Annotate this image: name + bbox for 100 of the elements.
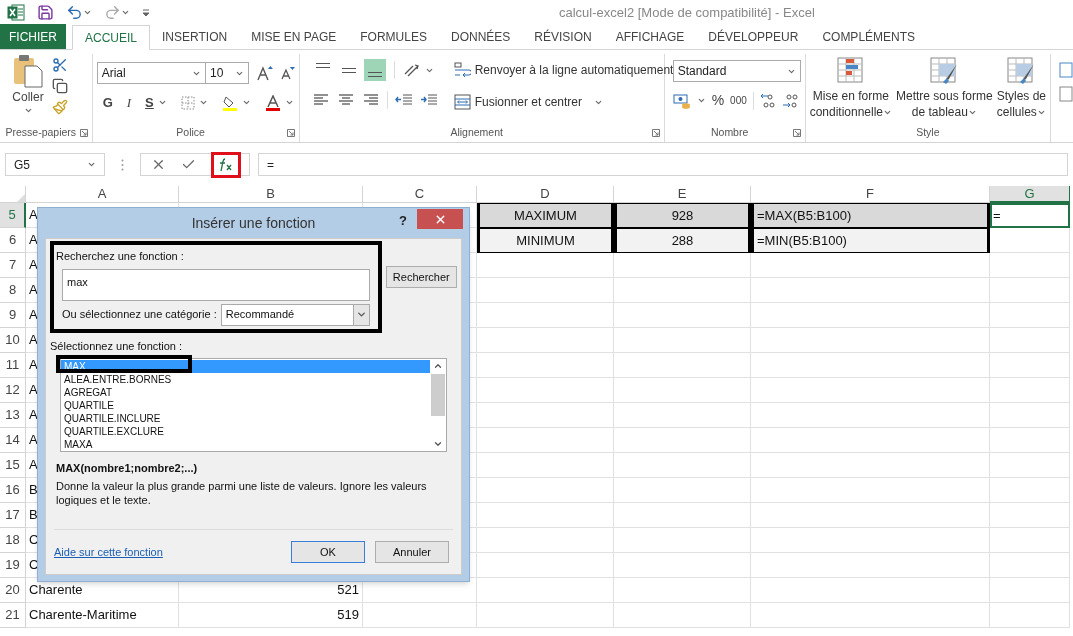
currency-icon[interactable]: [672, 92, 691, 109]
column-header[interactable]: C: [363, 186, 477, 203]
table-cell[interactable]: [477, 428, 614, 453]
number-format-field[interactable]: Standard: [672, 60, 801, 82]
function-list-item[interactable]: QUARTILE: [61, 399, 430, 412]
wrap-text-button[interactable]: Renvoyer à la ligne automatiquement: [453, 59, 674, 81]
table-cell[interactable]: [477, 453, 614, 478]
underline-button[interactable]: S: [145, 93, 154, 113]
table-cell[interactable]: [477, 353, 614, 378]
style-gallery-button[interactable]: Mise en forme conditionnelle: [809, 56, 893, 120]
row-header[interactable]: 5: [0, 203, 26, 228]
table-cell[interactable]: [614, 553, 751, 578]
insert-function-button[interactable]: [218, 157, 234, 172]
table-cell[interactable]: MAXIMUM: [477, 203, 614, 228]
bold-button[interactable]: G: [102, 93, 113, 113]
dialog-launcher-icon[interactable]: [651, 129, 660, 137]
table-cell[interactable]: [477, 253, 614, 278]
ok-button[interactable]: OK: [291, 541, 365, 563]
table-cell[interactable]: [614, 378, 751, 403]
table-cell[interactable]: =MIN(B5:B100): [751, 228, 990, 253]
table-cell[interactable]: [614, 328, 751, 353]
table-cell[interactable]: Charente-Maritime: [26, 603, 179, 628]
table-cell[interactable]: [990, 578, 1070, 603]
column-header[interactable]: A: [26, 186, 179, 203]
shrink-font-icon[interactable]: [280, 66, 295, 80]
ribbon-tab[interactable]: ACCUEIL: [72, 25, 150, 50]
table-cell[interactable]: [990, 428, 1070, 453]
ribbon-tab[interactable]: DONNÉES: [438, 24, 523, 49]
table-cell[interactable]: [751, 353, 990, 378]
row-header[interactable]: 15: [0, 453, 26, 478]
decrease-decimal-icon[interactable]: [781, 92, 798, 109]
table-cell[interactable]: [751, 528, 990, 553]
ribbon-tab[interactable]: RÉVISION: [522, 24, 604, 49]
insert-cells-icon[interactable]: [1059, 62, 1073, 78]
table-cell[interactable]: [751, 303, 990, 328]
table-cell[interactable]: [751, 278, 990, 303]
row-header[interactable]: 6: [0, 228, 26, 253]
column-header[interactable]: B: [179, 186, 363, 203]
table-cell[interactable]: [751, 503, 990, 528]
merge-center-button[interactable]: Fusionner et centrer: [453, 91, 583, 113]
table-cell[interactable]: [751, 553, 990, 578]
select-all-corner[interactable]: [0, 186, 26, 203]
table-cell[interactable]: [477, 303, 614, 328]
help-link[interactable]: Aide sur cette fonction: [54, 543, 163, 561]
format-painter-icon[interactable]: [52, 99, 68, 115]
row-header[interactable]: 17: [0, 503, 26, 528]
table-cell[interactable]: [477, 528, 614, 553]
row-header[interactable]: 18: [0, 528, 26, 553]
row-header[interactable]: 14: [0, 428, 26, 453]
grow-font-icon[interactable]: [256, 65, 273, 81]
table-cell[interactable]: =: [990, 203, 1070, 228]
ribbon-tab[interactable]: MISE EN PAGE: [239, 24, 349, 49]
row-header[interactable]: 21: [0, 603, 26, 628]
row-header[interactable]: 20: [0, 578, 26, 603]
spreadsheet-app-icon[interactable]: [7, 4, 25, 21]
cancel-button[interactable]: Annuler: [375, 541, 449, 563]
table-cell[interactable]: [990, 278, 1070, 303]
customize-toolbar-icon[interactable]: [142, 8, 150, 17]
table-cell[interactable]: [477, 603, 614, 628]
delete-cells-icon[interactable]: [1059, 86, 1073, 102]
font-size-field[interactable]: 10: [206, 62, 249, 84]
ribbon-tab[interactable]: INSERTION: [150, 24, 240, 49]
table-cell[interactable]: [990, 303, 1070, 328]
fill-color-icon[interactable]: [221, 94, 238, 111]
table-cell[interactable]: [751, 478, 990, 503]
row-header[interactable]: 12: [0, 378, 26, 403]
table-cell[interactable]: [990, 553, 1070, 578]
row-header[interactable]: 19: [0, 553, 26, 578]
ribbon-tab[interactable]: FORMULES: [348, 24, 439, 49]
row-header[interactable]: 16: [0, 478, 26, 503]
borders-icon[interactable]: [180, 95, 195, 110]
table-cell[interactable]: [614, 503, 751, 528]
formula-field[interactable]: =: [258, 153, 1068, 176]
table-cell[interactable]: [614, 403, 751, 428]
table-cell[interactable]: [614, 303, 751, 328]
search-button[interactable]: Rechercher: [385, 266, 457, 288]
table-cell[interactable]: 928: [614, 203, 751, 228]
dialog-launcher-icon[interactable]: [79, 129, 88, 137]
table-cell[interactable]: [990, 478, 1070, 503]
align-center-icon[interactable]: [336, 93, 355, 107]
redo-icon[interactable]: [104, 4, 121, 21]
table-cell[interactable]: [990, 528, 1070, 553]
table-cell[interactable]: [614, 353, 751, 378]
decrease-indent-icon[interactable]: [394, 93, 413, 107]
ribbon-tab[interactable]: FICHIER: [0, 24, 66, 49]
function-list-item[interactable]: QUARTILE.INCLURE: [61, 412, 430, 425]
table-cell[interactable]: [477, 378, 614, 403]
align-left-icon[interactable]: [311, 93, 330, 107]
scroll-down-icon[interactable]: [433, 439, 443, 449]
table-cell[interactable]: [477, 478, 614, 503]
style-gallery-button[interactable]: Styles de cellules: [996, 56, 1046, 120]
increase-indent-icon[interactable]: [419, 93, 438, 107]
table-cell[interactable]: [477, 403, 614, 428]
table-cell[interactable]: [751, 253, 990, 278]
table-cell[interactable]: [990, 353, 1070, 378]
table-cell[interactable]: [751, 428, 990, 453]
table-cell[interactable]: [477, 578, 614, 603]
table-cell[interactable]: [990, 453, 1070, 478]
row-header[interactable]: 11: [0, 353, 26, 378]
table-cell[interactable]: [751, 378, 990, 403]
